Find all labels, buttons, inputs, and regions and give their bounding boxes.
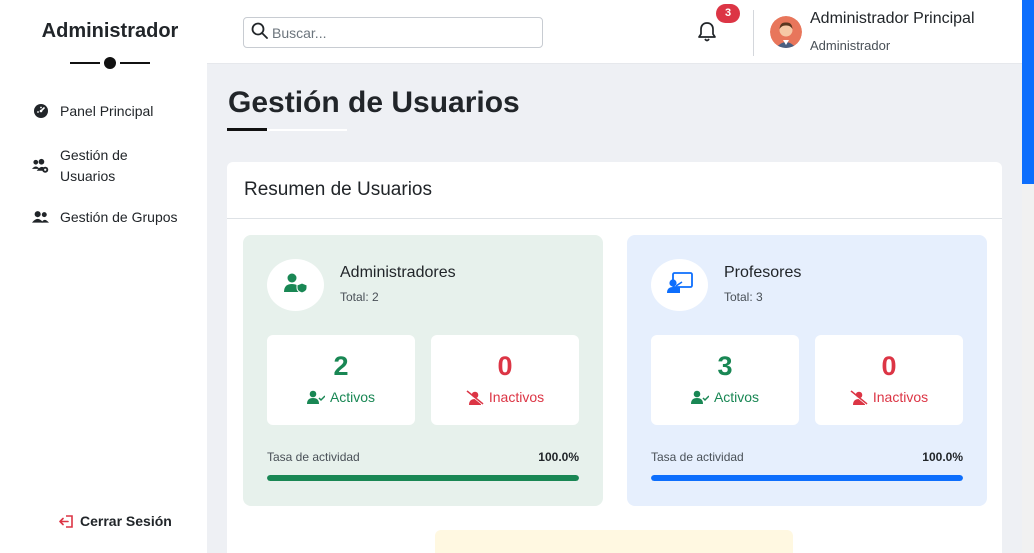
page-scrollbar[interactable]: [1022, 0, 1034, 553]
inactive-label: Inactivos: [488, 389, 545, 405]
sidebar-item-gestion-grupos[interactable]: Gestión de Grupos: [32, 208, 178, 225]
avatar[interactable]: [770, 16, 802, 48]
card-total: Total: 3: [724, 290, 763, 304]
page-title: Gestión de Usuarios: [228, 86, 520, 119]
user-shield-icon: [283, 272, 309, 299]
sidebar-item-label: Panel Principal: [60, 102, 154, 119]
header-divider: [753, 10, 754, 56]
sidebar-item-gestion-usuarios[interactable]: Gestión de Usuarios: [32, 145, 182, 187]
bell-icon: [695, 22, 719, 48]
active-count: 2: [333, 351, 349, 381]
summary-header: Resumen de Usuarios: [227, 162, 1002, 219]
active-count-box: 3 Activos: [651, 335, 799, 425]
card-title: Administradores: [340, 264, 456, 281]
summary-title: Resumen de Usuarios: [244, 179, 432, 200]
activity-progress-bar: [267, 475, 579, 481]
users-icon: [32, 208, 49, 225]
chalkboard-teacher-icon: [666, 271, 693, 299]
search-input[interactable]: [272, 24, 532, 41]
inactive-count: 0: [497, 351, 513, 381]
activity-progress-fill: [651, 475, 963, 481]
active-count: 3: [717, 351, 733, 381]
notice-panel: [435, 530, 793, 553]
logout-button[interactable]: Cerrar Sesión: [59, 513, 172, 529]
admin-icon-circle: [267, 259, 324, 311]
user-check-icon: [690, 390, 709, 404]
active-count-box: 2 Activos: [267, 335, 415, 425]
user-check-icon: [306, 390, 325, 404]
inactive-label-row: Inactivos: [431, 389, 579, 405]
user-name: Administrador Principal: [810, 10, 975, 27]
professors-icon-circle: [651, 259, 708, 311]
sidebar-brand: Administrador: [41, 20, 179, 42]
scrollbar-thumb[interactable]: [1022, 0, 1034, 184]
card-title: Profesores: [724, 264, 802, 281]
user-slash-icon: [850, 389, 868, 405]
title-underline: [227, 128, 347, 131]
user-role: Administrador: [810, 38, 891, 53]
activity-rate-value: 100.0%: [538, 450, 579, 464]
admin-stats-card: Administradores Total: 2 2 Activos 0 Ina…: [243, 235, 603, 506]
search-icon: [251, 22, 268, 44]
inactive-label-row: Inactivos: [815, 389, 963, 405]
inactive-count-box: 0 Inactivos: [815, 335, 963, 425]
activity-rate-label: Tasa de actividad: [267, 450, 360, 464]
notifications-button[interactable]: [695, 20, 719, 44]
active-label-row: Activos: [267, 389, 415, 405]
activity-progress-bar: [651, 475, 963, 481]
activity-rate-label: Tasa de actividad: [651, 450, 744, 464]
activity-rate-value: 100.0%: [922, 450, 963, 464]
brand-divider: [70, 57, 150, 69]
search-box[interactable]: [243, 17, 543, 48]
active-label: Activos: [329, 389, 376, 405]
notification-badge: 3: [716, 4, 740, 23]
logout-label: Cerrar Sesión: [80, 513, 172, 529]
sidebar: Administrador Panel Principal Gestión de…: [0, 0, 207, 553]
professors-stats-card: Profesores Total: 3 3 Activos 0 Inactivo…: [627, 235, 987, 506]
active-label: Activos: [713, 389, 760, 405]
inactive-count: 0: [881, 351, 897, 381]
card-total: Total: 2: [340, 290, 379, 304]
users-cog-icon: [32, 158, 49, 175]
user-slash-icon: [466, 389, 484, 405]
summary-panel: Resumen de Usuarios Administradores Tota…: [227, 162, 1002, 553]
sign-out-icon: [59, 514, 74, 528]
inactive-count-box: 0 Inactivos: [431, 335, 579, 425]
activity-progress-fill: [267, 475, 579, 481]
inactive-label: Inactivos: [872, 389, 929, 405]
sidebar-item-panel-principal[interactable]: Panel Principal: [32, 102, 153, 119]
sidebar-item-label: Gestión de Usuarios: [60, 147, 128, 184]
active-label-row: Activos: [651, 389, 799, 405]
sidebar-item-label: Gestión de Grupos: [60, 208, 178, 225]
dashboard-icon: [32, 102, 49, 119]
top-header: 3 Administrador Principal Administrador: [207, 0, 1022, 64]
